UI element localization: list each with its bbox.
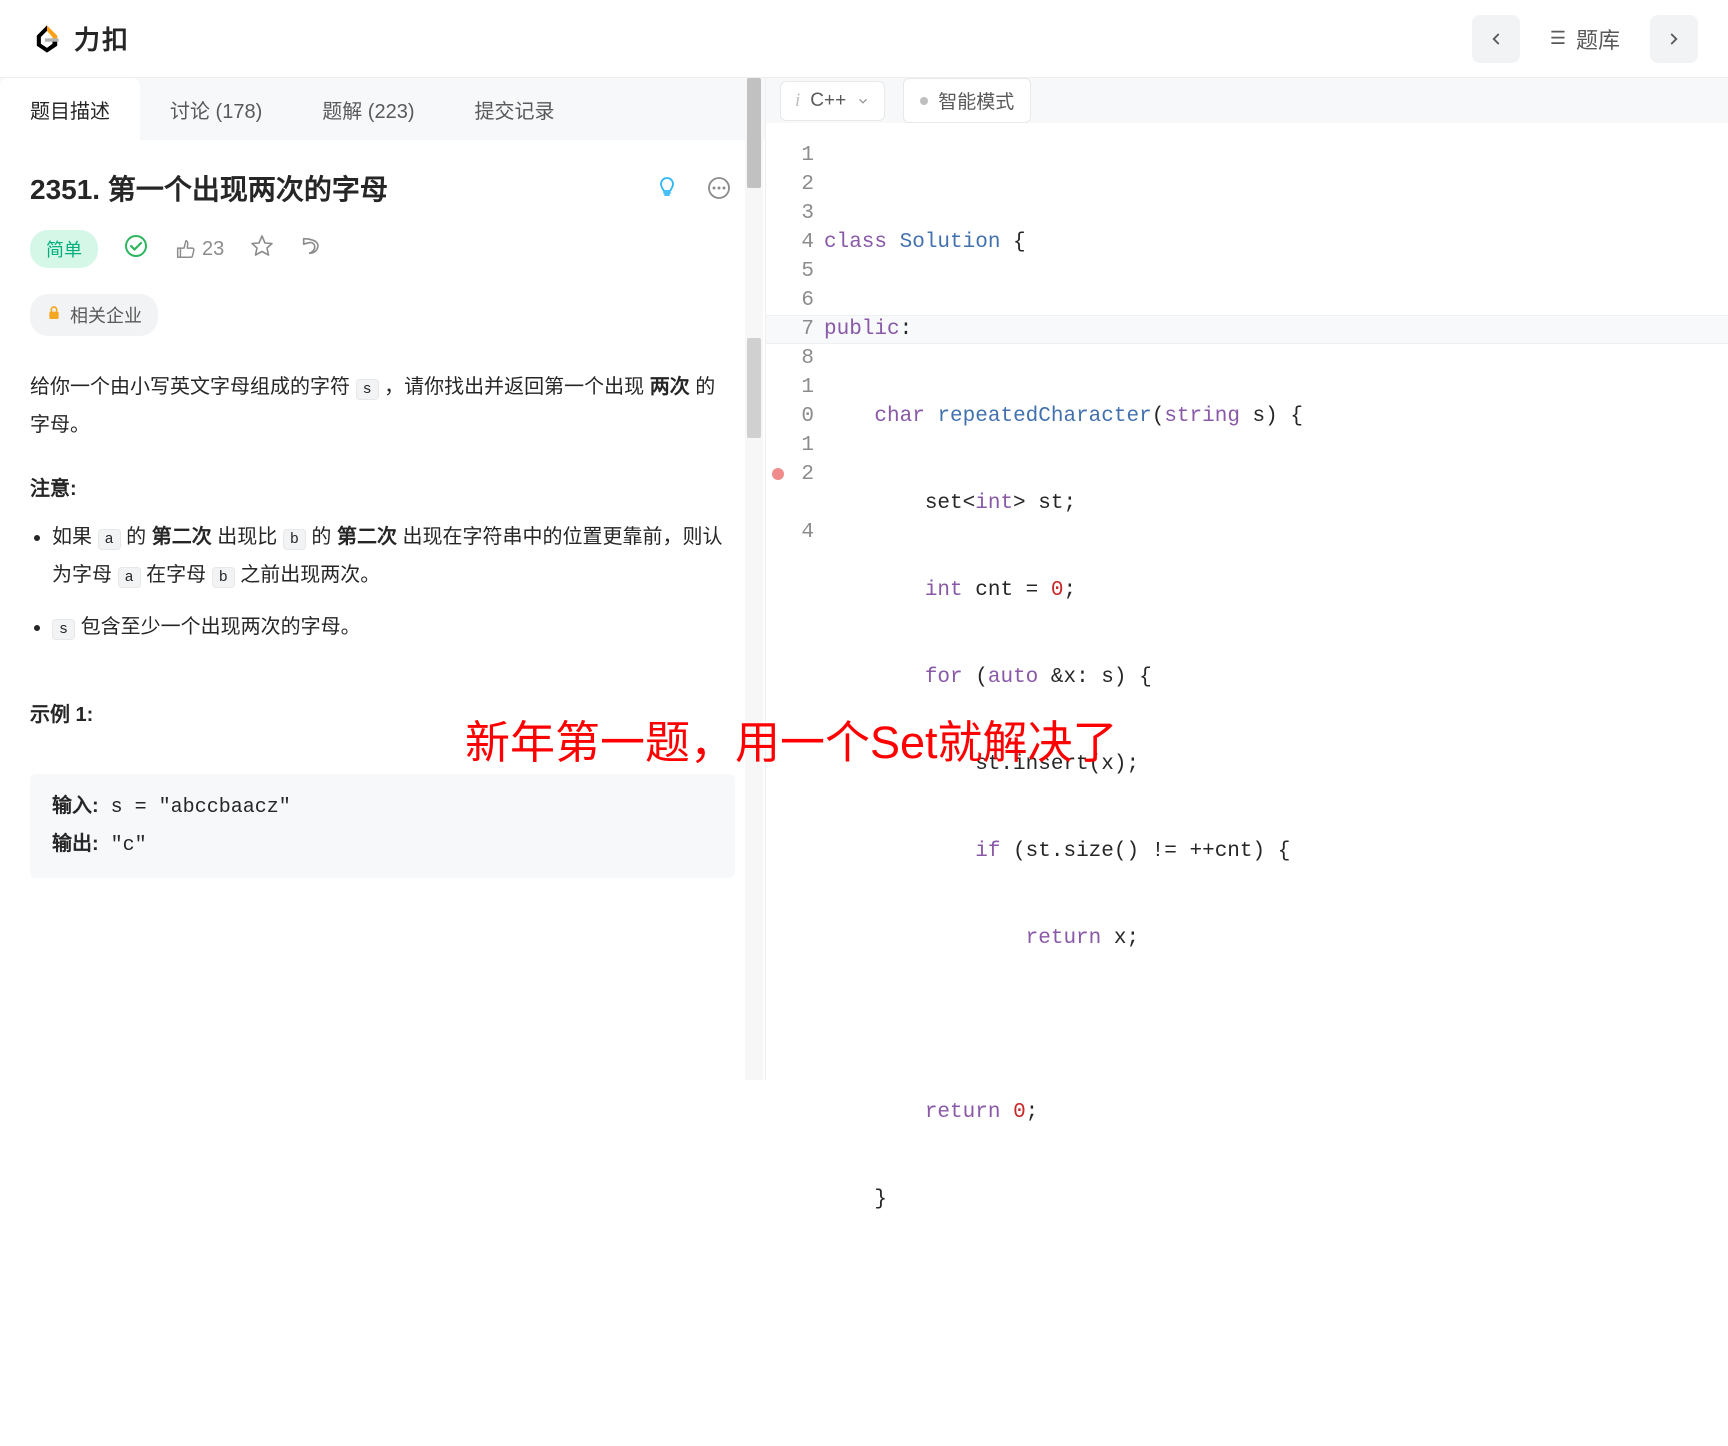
scrollbar[interactable] [745,78,763,1080]
logo-icon [30,22,64,56]
mode-select[interactable]: 智能模式 [903,78,1031,123]
menu-icon: ☰ [1550,28,1566,49]
error-marker-icon [772,468,784,480]
tabs-bar: 题目描述 讨论 (178) 题解 (223) 提交记录 [0,78,765,140]
like-count: 23 [202,238,224,261]
company-label: 相关企业 [70,302,142,328]
code-editor[interactable]: 1 2 3 4 5 6 7 8 1 0 1 2 4 class Solution… [766,123,1728,1446]
info-icon: i [795,90,800,112]
chevron-down-icon [856,94,870,108]
share-icon [300,235,322,257]
more-icon [707,176,731,200]
logo[interactable]: 力扣 [30,20,130,57]
title-row: 2351. 第一个出现两次的字母 [30,168,735,208]
nav-right: ☰ 题库 [1472,15,1698,63]
hint-button[interactable] [651,172,683,204]
header-bar: 力扣 ☰ 题库 [0,0,1728,78]
list-item: s 包含至少一个出现两次的字母。 [52,608,735,646]
example-block: 输入: s = "abccbaacz" 输出: "c" [30,774,735,878]
editor-toolbar: i C++ 智能模式 [766,78,1728,123]
tab-submissions[interactable]: 提交记录 [445,78,585,140]
next-button[interactable] [1650,15,1698,63]
list-item: 如果 a 的 第二次 出现比 b 的 第二次 出现在字符串中的位置更靠前，则认为… [52,518,735,594]
tab-description[interactable]: 题目描述 [0,78,140,140]
problem-description: 给你一个由小写英文字母组成的字符 s ，请你找出并返回第一个出现 两次 的字母。… [30,368,735,734]
thumbs-up-icon [174,238,196,260]
library-label: 题库 [1576,23,1620,55]
difficulty-badge: 简单 [30,230,98,268]
code-area[interactable]: class Solution { public: char repeatedCh… [824,141,1728,1446]
company-tag[interactable]: 相关企业 [30,294,158,336]
tab-solutions[interactable]: 题解 (223) [292,78,444,140]
solved-icon [124,234,148,264]
left-panel: 题目描述 讨论 (178) 题解 (223) 提交记录 2351. 第一个出现两… [0,78,766,1080]
scrollbar-thumb[interactable] [747,78,761,188]
share-button[interactable] [300,235,322,263]
like-button[interactable]: 23 [174,238,224,261]
main-split: 题目描述 讨论 (178) 题解 (223) 提交记录 2351. 第一个出现两… [0,78,1728,1080]
mode-label: 智能模式 [938,87,1014,114]
chevron-left-icon [1487,30,1505,48]
more-button[interactable] [703,172,735,204]
problem-title: 2351. 第一个出现两次的字母 [30,168,388,208]
scrollbar-thumb[interactable] [747,338,761,438]
problem-content: 2351. 第一个出现两次的字母 简单 23 [0,140,765,1080]
tab-discuss[interactable]: 讨论 (178) [140,78,292,140]
favorite-button[interactable] [250,234,274,264]
language-label: C++ [810,90,846,112]
title-actions [651,172,735,204]
lock-icon [46,305,62,326]
dot-icon [920,97,928,105]
problem-library-button[interactable]: ☰ 题库 [1532,15,1638,63]
prev-button[interactable] [1472,15,1520,63]
language-select[interactable]: i C++ [780,81,885,121]
annotation-overlay: 新年第一题，用一个Set就解决了 [465,706,1118,771]
brand-text: 力扣 [74,20,130,57]
right-panel: i C++ 智能模式 1 2 3 4 5 6 7 8 1 0 1 [766,78,1728,1080]
star-icon [250,234,274,258]
lightbulb-icon [655,176,679,200]
line-gutter: 1 2 3 4 5 6 7 8 1 0 1 2 4 [766,141,824,1446]
chevron-right-icon [1665,30,1683,48]
note-heading: 注意: [30,470,735,508]
meta-row: 简单 23 [30,230,735,268]
